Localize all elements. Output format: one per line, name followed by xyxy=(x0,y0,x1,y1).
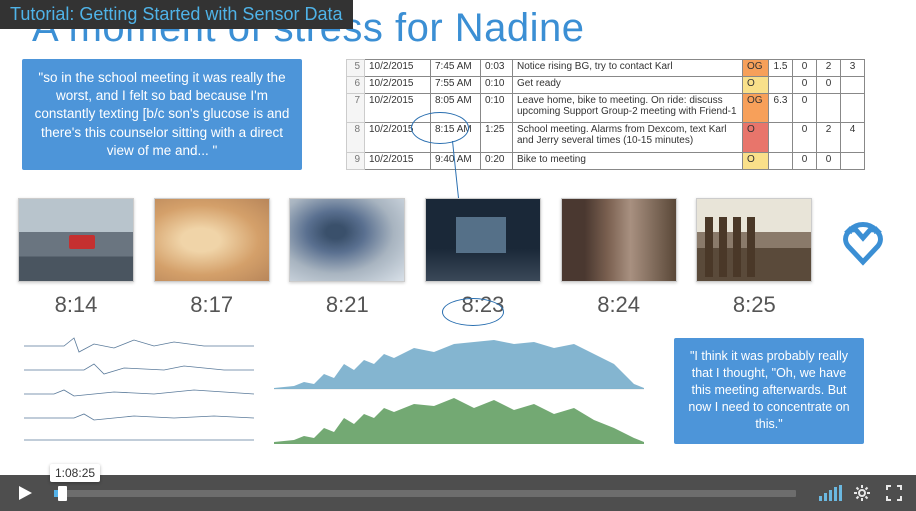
photo-item: 8:17 xyxy=(154,198,270,318)
progress-tooltip: 1:08:25 xyxy=(50,464,100,482)
photo-time: 8:24 xyxy=(597,292,640,318)
annotation-circle-photo xyxy=(442,298,504,326)
sensor-area-chart xyxy=(274,334,644,444)
progress-bar[interactable]: 1:08:25 xyxy=(54,490,796,497)
photo-thumb xyxy=(425,198,541,282)
fullscreen-button[interactable] xyxy=(882,481,906,505)
sensor-strip-chart xyxy=(24,334,254,444)
photo-time: 8:25 xyxy=(733,292,776,318)
table-row: 510/2/20157:45 AM0:03Notice rising BG, t… xyxy=(347,60,865,77)
play-button[interactable] xyxy=(10,478,40,508)
video-player-bar: 1:08:25 xyxy=(0,475,916,511)
photo-item: 8:21 xyxy=(289,198,405,318)
photo-thumb xyxy=(696,198,812,282)
fullscreen-icon xyxy=(886,485,902,501)
table-row: 910/2/20159:40 AM0:20Bike to meetingO00 xyxy=(347,153,865,170)
photo-thumb xyxy=(561,198,677,282)
heart-cycle-icon xyxy=(836,218,890,277)
photo-thumb xyxy=(289,198,405,282)
settings-button[interactable] xyxy=(850,481,874,505)
annotation-circle-time xyxy=(411,112,469,144)
gear-icon xyxy=(853,484,871,502)
photo-time: 8:21 xyxy=(326,292,369,318)
photo-item: 8:14 xyxy=(18,198,134,318)
photo-time: 8:14 xyxy=(55,292,98,318)
quote-box-1: "so in the school meeting it was really … xyxy=(22,59,302,170)
video-title-overlay: Tutorial: Getting Started with Sensor Da… xyxy=(0,0,353,29)
quote-box-2: "I think it was probably really that I t… xyxy=(674,338,864,444)
photo-thumb xyxy=(154,198,270,282)
volume-bars-icon xyxy=(819,485,842,501)
photo-item: 8:25 xyxy=(696,198,812,318)
photo-thumb xyxy=(18,198,134,282)
volume-control[interactable] xyxy=(818,481,842,505)
table-row: 610/2/20157:55 AM0:10Get readyO00 xyxy=(347,76,865,93)
photo-item: 8:24 xyxy=(561,198,677,318)
photo-time: 8:17 xyxy=(190,292,233,318)
slide-content: A moment of stress for Nadine "so in the… xyxy=(0,0,916,475)
progress-knob[interactable] xyxy=(58,486,67,501)
